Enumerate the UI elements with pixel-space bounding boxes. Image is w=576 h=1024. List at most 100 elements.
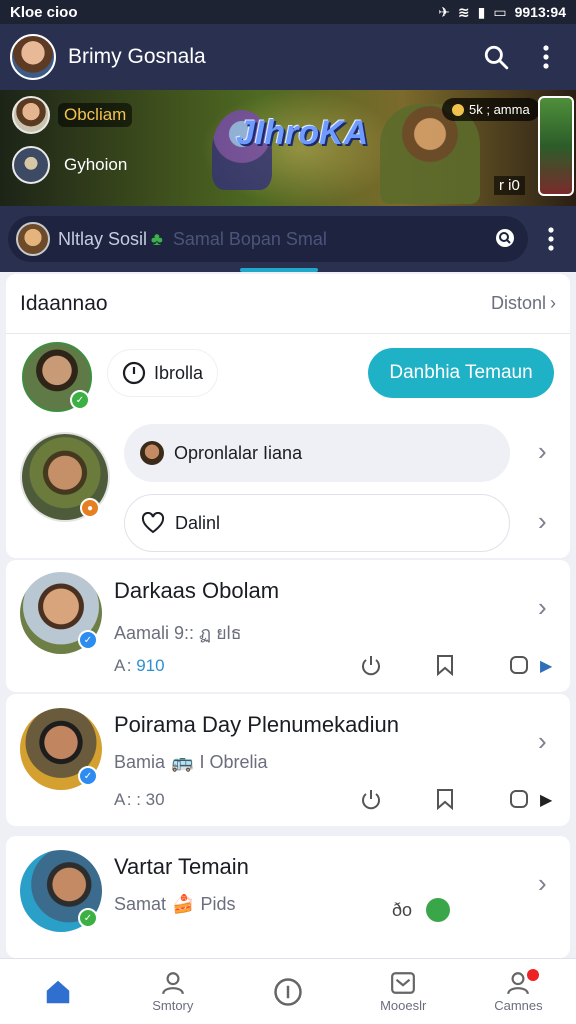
- bookmark-button[interactable]: [430, 784, 460, 814]
- message-icon: [391, 972, 416, 994]
- chevron-right-icon[interactable]: ›: [538, 868, 547, 899]
- compose-more-button[interactable]: [536, 219, 566, 259]
- profile-avatar[interactable]: [10, 34, 56, 80]
- list-item-subtitle: Bamia 🚌 I Obrelia: [114, 752, 267, 773]
- share-button[interactable]: [504, 650, 534, 680]
- chevron-right-icon[interactable]: ›: [538, 726, 547, 757]
- friends-card: Idaannao Distonl › ✓ Ibrolla Danbhia Tema…: [6, 274, 570, 558]
- list-item-actions: [356, 650, 534, 680]
- power-button[interactable]: [356, 650, 386, 680]
- cake-emoji-icon: 🍰: [172, 894, 195, 914]
- banner-player-1-label: Obcliam: [58, 103, 133, 127]
- arrow-right-icon[interactable]: ▶: [540, 790, 552, 810]
- list-item[interactable]: ✓ Darkaas Obolam Aamali 9:: ฏ ยlธ A : 91…: [6, 560, 570, 692]
- option-field-2-label: Dalinl: [175, 512, 221, 533]
- list-item-meta-prefix: A : : 30: [114, 790, 165, 809]
- players-online-text: 5k ; amma: [469, 102, 530, 117]
- search-icon: [484, 45, 509, 70]
- wifi-icon: ≋: [457, 3, 470, 20]
- friends-card-link[interactable]: Distonl ›: [491, 293, 556, 314]
- nav-games[interactable]: Camnes: [461, 959, 576, 1024]
- power-button[interactable]: [356, 784, 386, 814]
- banner-player-1-avatar: [12, 96, 50, 134]
- bookmark-button[interactable]: [430, 650, 460, 680]
- banner-game-title: JIhroKA: [236, 114, 369, 152]
- user-icon: [161, 972, 184, 995]
- friends-card-title: Idaannao: [20, 291, 108, 315]
- verified-icon: ✓: [78, 766, 98, 786]
- notification-badge: [526, 969, 539, 981]
- chat-search-icon: [496, 229, 514, 247]
- nav-messages[interactable]: Mooeslr: [346, 959, 461, 1024]
- friends-card-link-text: Distonl: [490, 293, 546, 313]
- nav-story[interactable]: Smtory: [115, 959, 230, 1024]
- banner-side-thumbnail[interactable]: [538, 96, 574, 196]
- status-left-text: Kloe cioo: [10, 3, 78, 21]
- more-vertical-icon: [548, 227, 554, 251]
- chevron-right-icon[interactable]: ›: [538, 436, 547, 467]
- option-field-1[interactable]: Opronlalar Iiana: [124, 424, 510, 482]
- list-item-subtitle-extra: Pids: [200, 894, 236, 914]
- list-item-meta-prefix: A :: [114, 656, 137, 675]
- share-button[interactable]: [504, 784, 534, 814]
- status-time: 9913:94: [514, 4, 566, 20]
- banner-player-1[interactable]: Obcliam: [12, 96, 133, 134]
- power-icon: [362, 656, 380, 676]
- compose-input[interactable]: Samal Bopan Smal: [173, 229, 490, 250]
- list-item-subtitle-text: Aamali 9:: ฏ ยlธ: [114, 623, 242, 643]
- nav-story-label: Smtory: [152, 998, 194, 1013]
- list-item[interactable]: ✓ Poirama Day Plenumekadiun Bamia 🚌 I Ob…: [6, 694, 570, 826]
- list-item-extra-text: ðo: [392, 899, 413, 920]
- verified-icon: ✓: [78, 630, 98, 650]
- list-item-meta-value: 910: [136, 656, 165, 675]
- list-item-subtitle-text: Bamia: [114, 752, 166, 772]
- compose-row: Nltlay Sosil ♣ Samal Bopan Smal: [0, 206, 576, 272]
- power-icon: [362, 790, 380, 810]
- list-item-subtitle: Aamali 9:: ฏ ยlธ: [114, 618, 242, 647]
- coin-icon: [452, 103, 464, 116]
- profile-name: Brimy Gosnala: [68, 45, 206, 68]
- clock-icon: [122, 361, 146, 385]
- option-field-1-label: Opronlalar Iiana: [174, 442, 303, 463]
- banner-player-2[interactable]: Gyhoion: [12, 146, 133, 184]
- status-icons: ✈ ≋ ▮ ▭ 9913:94: [438, 4, 566, 21]
- list-item-subtitle-text: Samat: [114, 894, 167, 914]
- banner-player-2-avatar: [12, 146, 50, 184]
- bus-emoji-icon: 🚌: [171, 752, 194, 772]
- compose-search-button[interactable]: [490, 224, 520, 254]
- list-item[interactable]: ✓ Vartar Temain Samat 🍰 Pids ðo ›: [6, 836, 570, 958]
- nav-upload[interactable]: [230, 959, 345, 1024]
- chevron-right-icon[interactable]: ›: [538, 592, 547, 623]
- option-field-2[interactable]: Dalinl: [124, 494, 510, 552]
- friend-request-avatar-wrap[interactable]: ✓: [22, 342, 92, 412]
- arrow-right-icon[interactable]: ▶: [540, 656, 552, 676]
- friend-avatar-2-wrap[interactable]: ●: [20, 432, 110, 522]
- app-bar: Brimy Gosnala: [0, 24, 576, 90]
- list-item-avatar-wrap: ✓: [20, 708, 102, 790]
- status-bar: Kloe cioo ✈ ≋ ▮ ▭ 9913:94: [0, 0, 576, 24]
- heart-icon: [141, 512, 165, 534]
- list-item-title: Poirama Day Plenumekadiun: [114, 712, 399, 737]
- add-friend-button[interactable]: Danbhia Temaun: [368, 348, 554, 398]
- status-badge-icon: ●: [80, 498, 100, 518]
- list-item-avatar-wrap: ✓: [20, 850, 102, 932]
- share-icon: [510, 790, 528, 808]
- players-online-badge: 5k ; amma: [442, 98, 540, 121]
- game-banner[interactable]: JIhroKA Obcliam Gyhoion 5k ; amma r i0: [0, 90, 576, 206]
- chevron-right-icon[interactable]: ›: [538, 506, 547, 537]
- more-vertical-icon: [543, 45, 549, 69]
- friend-request-pill[interactable]: Ibrolla: [108, 350, 217, 396]
- upload-icon: [274, 977, 302, 1006]
- bookmark-icon: [437, 655, 453, 676]
- friend-request-pill-label: Ibrolla: [154, 362, 204, 383]
- list-item-title: Darkaas Obolam: [114, 578, 280, 603]
- more-menu-button[interactable]: [526, 37, 566, 77]
- list-item-meta: A : : 30: [114, 790, 165, 810]
- compose-bar[interactable]: Nltlay Sosil ♣ Samal Bopan Smal: [8, 216, 528, 262]
- nav-home[interactable]: [0, 959, 115, 1024]
- list-item-extra: ðo: [392, 898, 451, 922]
- search-button[interactable]: [476, 37, 516, 77]
- list-item-subtitle: Samat 🍰 Pids: [114, 894, 235, 915]
- home-icon: [46, 980, 69, 1003]
- online-status-icon: ✓: [70, 390, 90, 410]
